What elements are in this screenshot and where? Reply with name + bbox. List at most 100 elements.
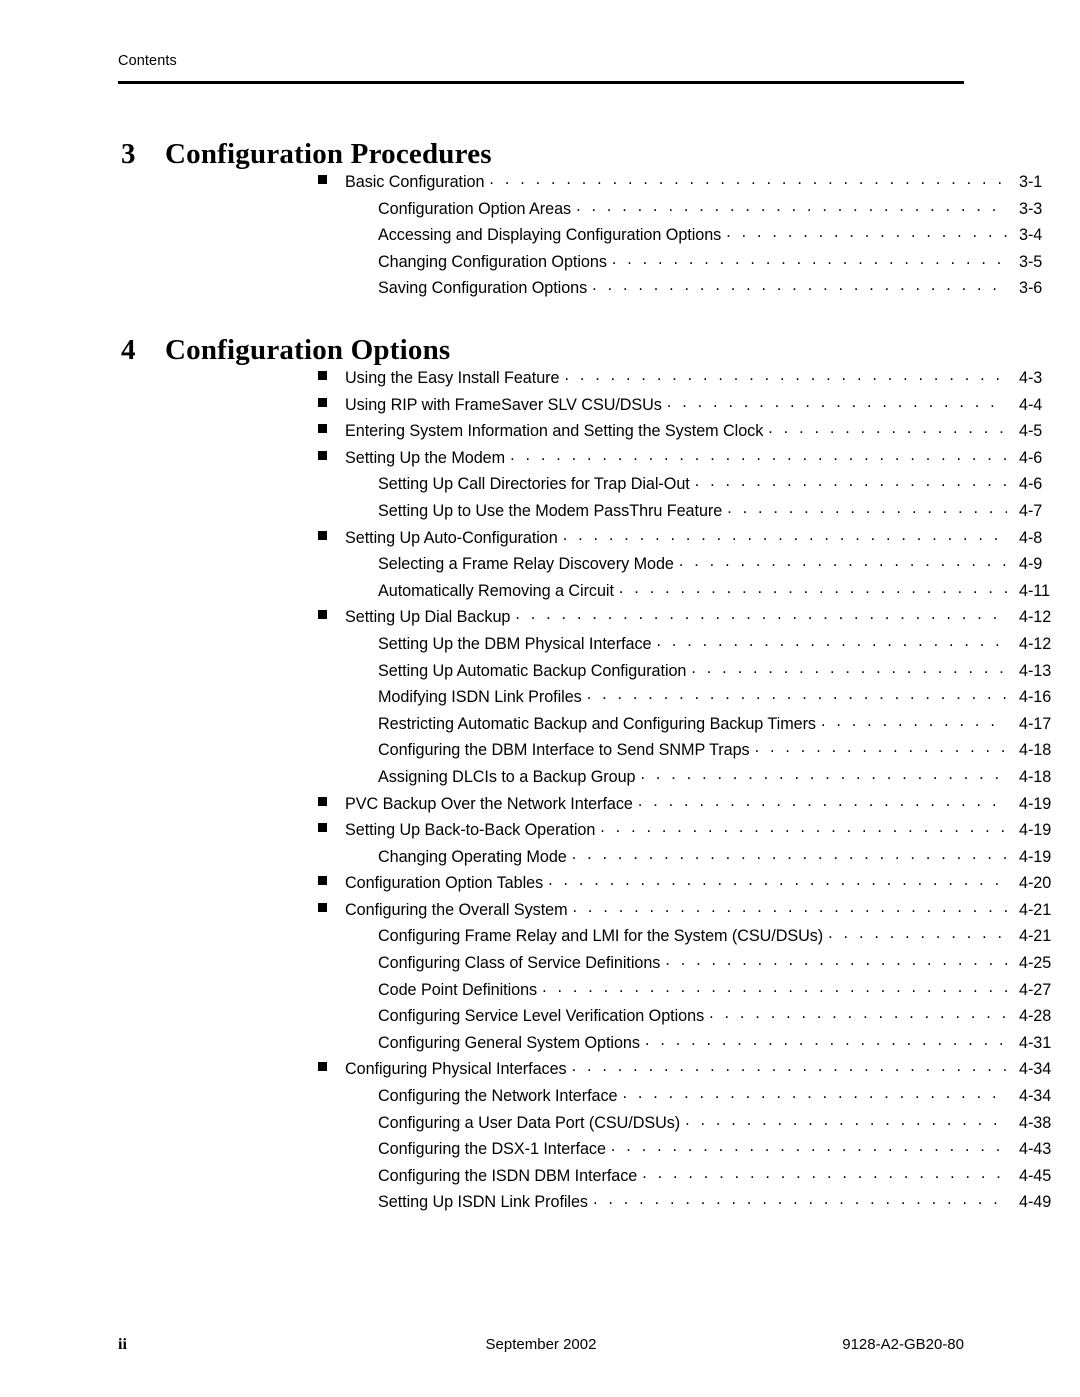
toc-entry-page-number: 4-49	[1019, 1193, 1052, 1212]
toc-entry-label: Setting Up the Modem	[345, 448, 506, 467]
dot-leader	[685, 1112, 1007, 1128]
square-bullet-icon	[318, 796, 327, 806]
toc-entry[interactable]: Setting Up Automatic Backup Configuratio…	[0, 660, 1080, 687]
toc-entry-label: Setting Up Back-to-Back Operation	[345, 821, 596, 840]
chapter-heading: 4 Configuration Options	[0, 333, 1080, 367]
toc-entry-label: Setting Up to Use the Modem PassThru Fea…	[378, 501, 723, 520]
toc-entry-label: Configuring a User Data Port (CSU/DSUs)	[378, 1113, 681, 1132]
header-label: Contents	[118, 53, 177, 69]
toc-entry-page-number: 4-4	[1019, 395, 1043, 414]
dot-leader	[572, 1058, 1007, 1074]
toc-entry-page-number: 4-20	[1019, 874, 1052, 893]
toc-entry-label: Using RIP with FrameSaver SLV CSU/DSUs	[345, 395, 662, 414]
toc-entry[interactable]: Basic Configuration 3-1	[0, 171, 1080, 198]
toc-entry[interactable]: Setting Up Call Directories for Trap Dia…	[0, 473, 1080, 500]
toc-entry[interactable]: Configuring the DBM Interface to Send SN…	[0, 739, 1080, 766]
toc-entry-page-number: 3-1	[1019, 173, 1043, 191]
dot-leader	[573, 899, 1007, 915]
toc-entry[interactable]: Saving Configuration Options 3-6	[0, 277, 1080, 304]
toc-entry[interactable]: Code Point Definitions 4-27	[0, 979, 1080, 1006]
toc-entry-page-number: 4-6	[1019, 475, 1043, 494]
toc-entry-page-number: 4-12	[1019, 634, 1052, 653]
toc-page: Contents 3 Configuration Procedures Basic …	[0, 0, 1080, 1397]
dot-leader	[623, 1085, 1008, 1101]
dot-leader	[489, 171, 1007, 187]
toc-entry[interactable]: Changing Operating Mode 4-19	[0, 846, 1080, 873]
toc-entry-label: Configuring Frame Relay and LMI for the …	[378, 927, 824, 946]
toc-entry[interactable]: Setting Up Auto-Configuration 4-8	[0, 527, 1080, 554]
footer-date: September 2002	[485, 1336, 597, 1353]
toc-entry[interactable]: Accessing and Displaying Configuration O…	[0, 224, 1080, 251]
toc-entry[interactable]: Configuring Frame Relay and LMI for the …	[0, 925, 1080, 952]
toc-entry[interactable]: Setting Up to Use the Modem PassThru Fea…	[0, 500, 1080, 527]
dot-leader	[515, 606, 1007, 622]
chapter-heading: 3 Configuration Procedures	[0, 137, 1080, 171]
toc-entry[interactable]: Configuration Option Areas 3-3	[0, 198, 1080, 225]
toc-entry[interactable]: Configuring Class of Service Definitions…	[0, 952, 1080, 979]
toc-entry-page-number: 4-7	[1019, 501, 1043, 520]
toc-entry[interactable]: Assigning DLCIs to a Backup Group 4-18	[0, 766, 1080, 793]
toc-entry[interactable]: Configuring a User Data Port (CSU/DSUs) 4…	[0, 1112, 1080, 1139]
toc-entry-list: Using the Easy Install Feature 4-3 Using R…	[0, 367, 1080, 1218]
toc-entry-label: Setting Up Dial Backup	[345, 608, 511, 627]
toc-entry-label: Configuring Service Level Verification O…	[378, 1007, 705, 1026]
toc-entry-page-number: 4-21	[1019, 900, 1052, 919]
dot-leader	[679, 553, 1007, 569]
toc-entry[interactable]: Setting Up the DBM Physical Interface 4-1…	[0, 633, 1080, 660]
toc-entry-page-number: 4-19	[1019, 847, 1052, 866]
toc-entry[interactable]: Changing Configuration Options 3-5	[0, 251, 1080, 278]
toc-entry[interactable]: Setting Up the Modem 4-6	[0, 447, 1080, 474]
toc-entry-page-number: 4-8	[1019, 528, 1043, 547]
toc-entry-label: Configuring the DBM Interface to Send SN…	[378, 741, 750, 760]
toc-entry-page-number: 4-13	[1019, 661, 1052, 680]
dot-leader	[695, 473, 1007, 489]
dot-leader	[548, 872, 1007, 888]
toc-entry[interactable]: Configuring the ISDN DBM Interface 4-45	[0, 1165, 1080, 1192]
toc-entry[interactable]: Setting Up Back-to-Back Operation 4-19	[0, 819, 1080, 846]
toc-entry[interactable]: Using the Easy Install Feature 4-3	[0, 367, 1080, 394]
toc-entry[interactable]: PVC Backup Over the Network Interface 4-1…	[0, 793, 1080, 820]
toc-entry-page-number: 4-18	[1019, 741, 1052, 760]
header-rule	[118, 81, 964, 84]
square-bullet-icon	[318, 823, 327, 833]
toc-entry-page-number: 4-9	[1019, 555, 1043, 574]
toc-entry-label: Modifying ISDN Link Profiles	[378, 688, 582, 707]
toc-entry-label: Entering System Information and Setting …	[345, 422, 764, 441]
toc-entry-list: Basic Configuration 3-1 Configuration Opti…	[0, 171, 1080, 304]
square-bullet-icon	[318, 371, 327, 380]
toc-entry[interactable]: Setting Up Dial Backup 4-12	[0, 606, 1080, 633]
toc-entry[interactable]: Modifying ISDN Link Profiles 4-16	[0, 686, 1080, 713]
toc-entry-label: PVC Backup Over the Network Interface	[345, 794, 633, 813]
toc-entry-page-number: 3-3	[1019, 199, 1043, 218]
toc-entry[interactable]: Automatically Removing a Circuit 4-11	[0, 580, 1080, 607]
toc-entry[interactable]: Entering System Information and Setting …	[0, 420, 1080, 447]
toc-entry-label: Setting Up Call Directories for Trap Dia…	[378, 475, 690, 494]
toc-entry-page-number: 4-38	[1019, 1113, 1052, 1132]
toc-entry[interactable]: Configuration Option Tables 4-20	[0, 872, 1080, 899]
toc-entry[interactable]: Configuring Service Level Verification O…	[0, 1005, 1080, 1032]
dot-leader	[612, 251, 1007, 267]
toc-entry-label: Changing Operating Mode	[378, 847, 567, 866]
toc-entry[interactable]: Configuring Physical Interfaces 4-34	[0, 1058, 1080, 1085]
toc-entry[interactable]: Configuring the DSX-1 Interface 4-43	[0, 1138, 1080, 1165]
toc-entry-page-number: 4-43	[1019, 1140, 1052, 1159]
toc-entry[interactable]: Selecting a Frame Relay Discovery Mode 4-…	[0, 553, 1080, 580]
square-bullet-icon	[318, 450, 327, 460]
toc-entry-page-number: 4-19	[1019, 821, 1052, 840]
toc-entry-label: Setting Up ISDN Link Profiles	[378, 1193, 588, 1212]
dot-leader	[768, 420, 1007, 436]
toc-entry[interactable]: Configuring the Network Interface 4-34	[0, 1085, 1080, 1112]
toc-entry-page-number: 3-6	[1019, 279, 1043, 298]
dot-leader	[611, 1138, 1007, 1154]
toc-entry[interactable]: Configuring the Overall System 4-21	[0, 899, 1080, 926]
toc-entry[interactable]: Setting Up ISDN Link Profiles 4-49	[0, 1191, 1080, 1218]
toc-entry[interactable]: Restricting Automatic Backup and Configu…	[0, 713, 1080, 740]
toc-entry[interactable]: Using RIP with FrameSaver SLV CSU/DSUs 4-…	[0, 394, 1080, 421]
toc-entry-label: Configuration Option Tables	[345, 874, 544, 893]
toc-entry[interactable]: Configuring General System Options 4-31	[0, 1032, 1080, 1059]
dot-leader	[641, 766, 1008, 782]
toc-entry-label: Accessing and Displaying Configuration O…	[378, 226, 722, 245]
toc-entry-label: Code Point Definitions	[378, 980, 538, 999]
toc-entry-page-number: 4-34	[1019, 1060, 1052, 1079]
toc-entry-label: Configuring the Overall System	[345, 900, 568, 919]
